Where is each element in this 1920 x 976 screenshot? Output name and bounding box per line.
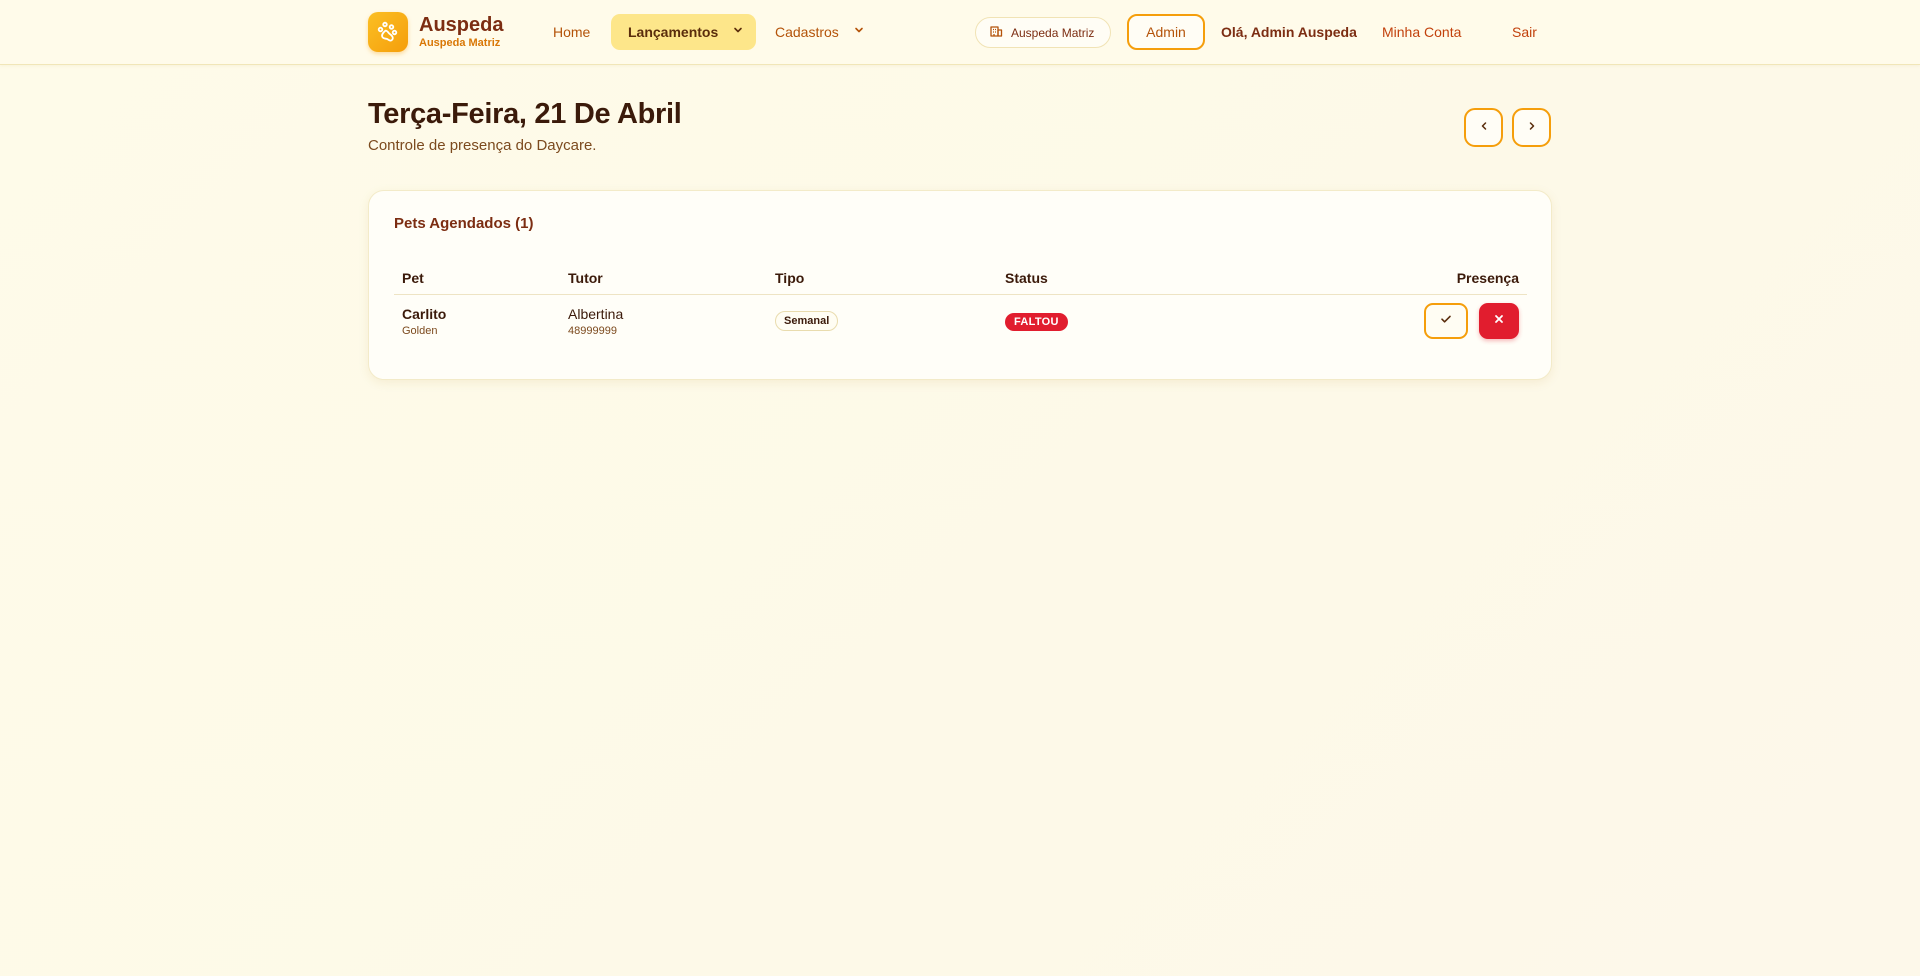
scheduled-pets-card: Pets Agendados (1) Pet Tutor Tipo Status… [368, 190, 1552, 380]
nav-cadastros-dropdown[interactable]: Cadastros [775, 14, 865, 50]
previous-day-button[interactable] [1464, 108, 1503, 147]
logout-link[interactable]: Sair [1512, 14, 1537, 50]
chevron-left-icon [1478, 119, 1490, 137]
card-title: Pets Agendados (1) [394, 215, 534, 232]
column-header-pet: Pet [394, 262, 560, 295]
page-subtitle: Controle de presença do Daycare. [368, 137, 597, 154]
check-icon [1439, 312, 1453, 331]
user-greeting: Olá, Admin Auspeda [1221, 24, 1357, 40]
next-day-button[interactable] [1512, 108, 1551, 147]
mark-absent-button[interactable] [1479, 303, 1519, 340]
chevron-down-icon [853, 13, 865, 49]
tutor-name: Albertina [568, 305, 624, 322]
type-badge: Semanal [775, 311, 839, 332]
pet-breed: Golden [402, 324, 438, 337]
scheduled-pets-table: Pet Tutor Tipo Status Presença Carlito G… [394, 262, 1527, 348]
pet-name: Carlito [402, 305, 447, 322]
chevron-right-icon [1526, 119, 1538, 137]
tutor-phone: 48999999 [568, 324, 617, 337]
top-navbar: Auspeda Auspeda Matriz Home Lançamentos … [0, 0, 1920, 65]
nav-lancamentos-label: Lançamentos [628, 24, 719, 40]
column-header-presence: Presença [1197, 262, 1527, 295]
brand[interactable]: Auspeda Auspeda Matriz [368, 12, 503, 52]
status-badge: FALTOU [1005, 312, 1068, 331]
nav-lancamentos-dropdown[interactable]: Lançamentos [611, 14, 756, 50]
nav-home[interactable]: Home [553, 14, 590, 50]
branch-name: Auspeda Matriz [1011, 25, 1095, 40]
table-row: Carlito Golden Albertina 48999999 Semana… [394, 294, 1527, 348]
paw-icon [368, 12, 408, 52]
column-header-status: Status [997, 262, 1197, 295]
presence-cell [1197, 294, 1527, 348]
pet-cell: Carlito Golden [394, 294, 560, 348]
type-cell: Semanal [767, 294, 997, 348]
admin-button[interactable]: Admin [1127, 14, 1205, 50]
close-icon [1492, 312, 1506, 331]
brand-name: Auspeda [419, 14, 504, 36]
mark-present-button[interactable] [1423, 303, 1468, 340]
branch-selector[interactable]: Auspeda Matriz [975, 17, 1111, 48]
chevron-down-icon [732, 13, 744, 49]
column-header-tutor: Tutor [560, 262, 767, 295]
nav-cadastros-label: Cadastros [775, 24, 839, 40]
brand-subtitle: Auspeda Matriz [419, 37, 501, 49]
tutor-cell: Albertina 48999999 [560, 294, 767, 348]
building-icon [989, 24, 1011, 41]
column-header-type: Tipo [767, 262, 997, 295]
my-account-link[interactable]: Minha Conta [1382, 14, 1461, 50]
table-header-row: Pet Tutor Tipo Status Presença [394, 262, 1527, 295]
page-title: Terça-Feira, 21 De Abril [368, 98, 682, 130]
status-cell: FALTOU [997, 294, 1197, 348]
